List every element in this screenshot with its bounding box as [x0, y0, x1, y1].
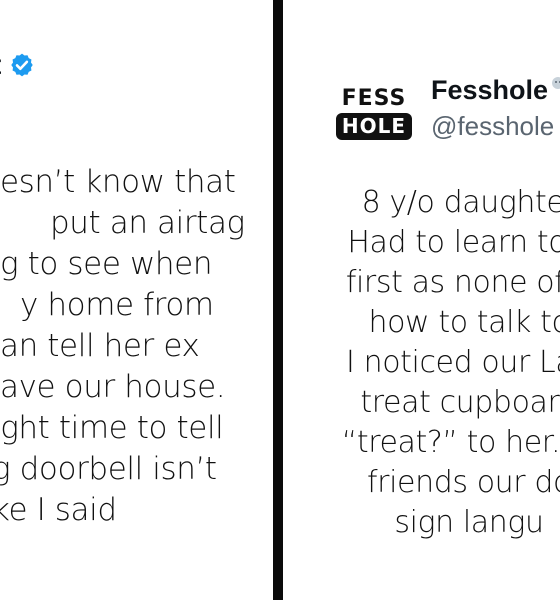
- left-author-row: t: [0, 45, 35, 85]
- panel-divider: [273, 0, 283, 600]
- tweet-line: treat cupboard: [360, 385, 560, 420]
- tweet-line: g to see when: [0, 246, 213, 282]
- tweet-line: how to talk to: [368, 305, 560, 340]
- author-name-block: Fesshole @fesshole: [431, 74, 560, 142]
- left-tweet-card: t esn’t know that put an airtag g to see…: [0, 0, 273, 600]
- fesshole-logo[interactable]: FESS HOLE: [331, 70, 417, 156]
- left-display-name[interactable]: t: [0, 51, 1, 79]
- tweet-line: Had to learn to s: [347, 225, 560, 260]
- tweet-line: y home from: [20, 287, 214, 323]
- tweet-line: g doorbell isn’t: [0, 451, 217, 487]
- tweet-line: “treat?” to her. In: [341, 425, 560, 460]
- logo-text-top: FESS: [341, 85, 407, 111]
- right-tweet-card: FESS HOLE Fesshole @fesshole 8 y/o daugh…: [283, 0, 560, 600]
- tweet-line: ave our house.: [0, 369, 226, 405]
- right-author-row: FESS HOLE Fesshole @fesshole: [331, 70, 560, 156]
- tweet-line: ke I said: [0, 492, 117, 528]
- right-handle[interactable]: @fesshole: [431, 110, 560, 142]
- left-tweet-text: esn’t know that put an airtag g to see w…: [0, 162, 273, 531]
- tweet-line: friends our do: [367, 465, 560, 500]
- tweet-line: I noticed our Lab: [346, 345, 560, 380]
- logo-text-bottom: HOLE: [335, 112, 413, 140]
- tweet-line: put an airtag: [50, 205, 245, 241]
- right-tweet-text: 8 y/o daughter Had to learn to s first a…: [309, 183, 560, 543]
- tweet-line: first as none of h: [345, 265, 560, 300]
- verified-badge-icon: [11, 53, 34, 77]
- tweet-line: esn’t know that: [0, 164, 236, 200]
- tweet-line: an tell her ex: [0, 328, 200, 364]
- right-display-name[interactable]: Fesshole: [431, 74, 548, 106]
- display-name-row: Fesshole: [431, 74, 560, 106]
- tweet-line: 8 y/o daughter: [361, 185, 560, 220]
- tweet-line: ight time to tell: [0, 410, 224, 446]
- emoji-icon: [552, 77, 560, 89]
- tweet-line: sign langu: [394, 505, 544, 540]
